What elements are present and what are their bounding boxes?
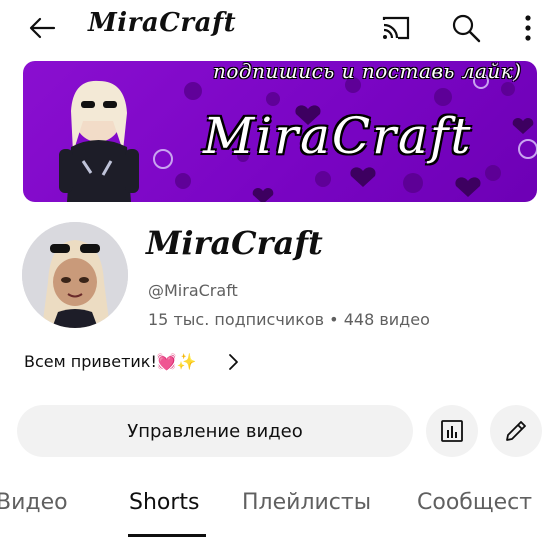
pencil-icon — [506, 421, 526, 441]
tab-playlists[interactable]: Плейлисты — [242, 490, 371, 515]
subscriber-count: 15 тыс. подписчиков — [148, 310, 325, 329]
chevron-right-icon[interactable] — [225, 351, 241, 373]
tab-videos[interactable]: Видео — [0, 490, 68, 515]
channel-name: MiraCraft — [146, 224, 323, 262]
page-title: MiraCraft — [88, 8, 237, 38]
edit-channel-button[interactable] — [490, 405, 542, 457]
avatar[interactable] — [22, 222, 128, 328]
top-app-bar: MiraCraft — [0, 0, 560, 56]
analytics-icon — [441, 420, 463, 442]
channel-handle: @MiraCraft — [148, 281, 238, 300]
tab-shorts[interactable]: Shorts — [129, 490, 200, 515]
manage-videos-button[interactable]: Управление видео — [17, 405, 413, 457]
active-tab-indicator — [128, 534, 206, 537]
video-count: 448 видео — [343, 310, 430, 329]
channel-tabs: Видео Shorts Плейлисты Сообщест — [0, 480, 560, 540]
banner-channel-name: MiraCraft — [203, 107, 473, 165]
arrow-left-icon[interactable] — [24, 10, 60, 46]
channel-description[interactable]: Всем приветик!💓✨ — [24, 352, 197, 371]
more-vertical-icon[interactable] — [512, 12, 544, 44]
channel-stats: 15 тыс. подписчиков • 448 видео — [148, 310, 430, 329]
search-icon[interactable] — [450, 12, 482, 44]
channel-banner[interactable]: подпишись и поставь лайк) MiraCraft — [23, 61, 537, 202]
analytics-button[interactable] — [426, 405, 478, 457]
avatar-character — [22, 222, 128, 328]
banner-tagline: подпишись и поставь лайк) — [213, 61, 522, 83]
tab-community[interactable]: Сообщест — [417, 490, 532, 515]
character-art — [59, 80, 139, 202]
stats-separator: • — [329, 310, 339, 329]
cast-icon[interactable] — [380, 12, 412, 44]
